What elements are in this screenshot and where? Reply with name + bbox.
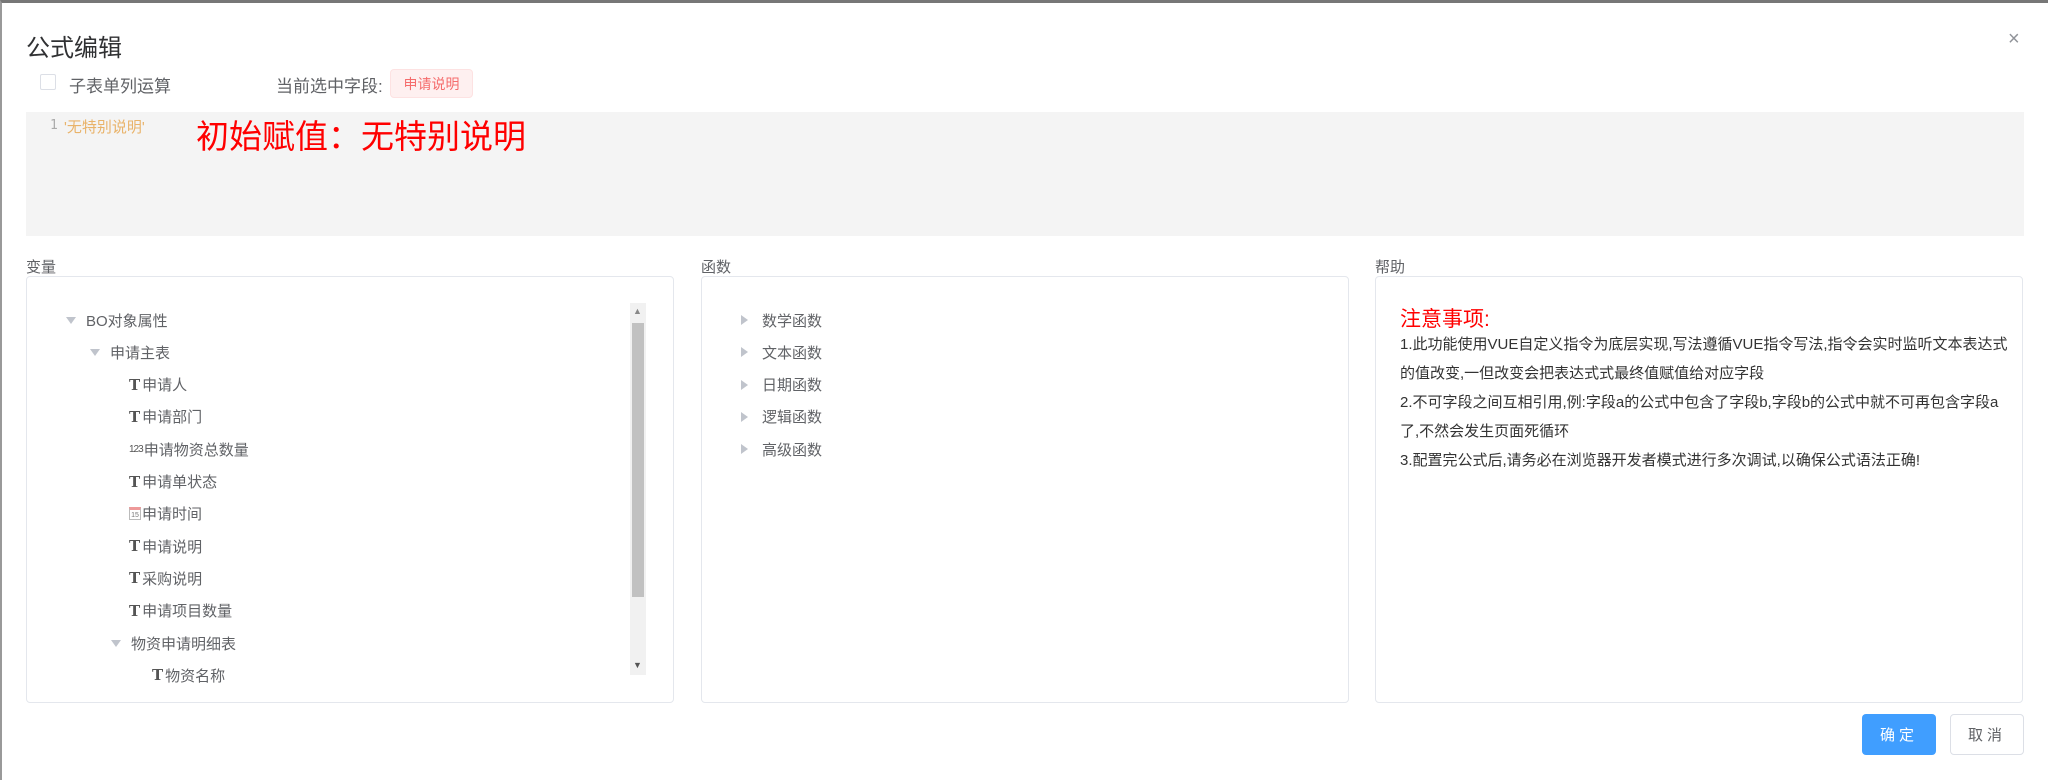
functions-label: 函数 — [701, 259, 732, 276]
cancel-button[interactable]: 取消 — [1950, 714, 2024, 755]
help-line: 1.此功能使用VUE自定义指令为底层实现,写法遵循VUE指令写法,指令会实时监听… — [1400, 336, 2008, 382]
scroll-up-icon[interactable]: ▲ — [633, 306, 642, 316]
text-field-icon: T — [129, 375, 141, 394]
tree-node[interactable]: 物资申请明细表 — [111, 631, 236, 655]
tree-node[interactable]: 15 申请时间 — [129, 502, 202, 526]
confirm-button[interactable]: 确定 — [1862, 714, 1936, 755]
tree-node-label: 申请物资总数量 — [143, 441, 249, 459]
expand-caret-icon — [741, 411, 748, 422]
tree-node[interactable]: T 申请项目数量 — [129, 599, 232, 623]
number-field-icon: 123 — [129, 443, 144, 455]
expand-caret-icon — [741, 347, 748, 358]
function-category[interactable]: 逻辑函数 — [741, 405, 822, 429]
variables-label: 变量 — [26, 259, 57, 276]
help-body: 1.此功能使用VUE自定义指令为底层实现,写法遵循VUE指令写法,指令会实时监听… — [1400, 330, 2010, 475]
tree-node[interactable]: T 物资名称 — [152, 663, 225, 687]
tree-node[interactable]: BO对象属性 — [66, 308, 168, 332]
tree-node[interactable]: 申请主表 — [90, 340, 170, 364]
help-line: 2.不可字段之间互相引用,例:字段a的公式中包含了字段b,字段b的公式中就不可再… — [1400, 394, 1999, 440]
close-icon[interactable]: × — [2008, 28, 2020, 51]
subtable-checkbox[interactable] — [40, 74, 56, 90]
function-category[interactable]: 文本函数 — [741, 340, 822, 364]
help-label: 帮助 — [1375, 259, 1406, 276]
current-field-tag: 申请说明 — [390, 69, 473, 98]
function-category-label: 数学函数 — [762, 312, 823, 330]
text-field-icon: T — [129, 601, 141, 620]
function-category-label: 日期函数 — [762, 377, 823, 395]
annotation-text: 初始赋值：无特别说明 — [196, 118, 526, 155]
tree-node-label: BO对象属性 — [86, 312, 168, 330]
dialog-title: 公式编辑 — [26, 35, 122, 62]
function-category-label: 高级函数 — [762, 441, 823, 459]
tree-node-label: 申请项目数量 — [142, 603, 233, 621]
expand-caret-icon — [111, 639, 121, 647]
tree-node-label: 申请单状态 — [142, 474, 218, 491]
expand-caret-icon — [741, 444, 748, 455]
tree-node-label: 申请主表 — [110, 344, 171, 362]
text-field-icon: T — [129, 407, 141, 426]
calendar-icon: 15 — [129, 507, 141, 521]
tree-node[interactable]: T 采购说明 — [129, 566, 202, 590]
tree-node[interactable]: T 申请说明 — [129, 534, 202, 558]
expand-caret-icon — [741, 315, 748, 325]
expand-caret-icon — [90, 348, 100, 356]
function-category[interactable]: 数学函数 — [741, 308, 822, 332]
tree-node[interactable]: T 申请人 — [129, 373, 187, 397]
formula-code[interactable]: '无特别说明' — [64, 116, 145, 137]
function-category[interactable]: 高级函数 — [741, 437, 822, 461]
variables-panel: BO对象属性 申请主表 T 申请人 T 申请部门 123 申请物资总数量 T 申请单状态 15 申请时… — [26, 276, 674, 703]
tree-node-label: 物资申请明细表 — [131, 635, 237, 653]
subtable-checkbox-label[interactable]: 子表单列运算 — [69, 72, 171, 97]
tree-node[interactable]: T 申请单状态 — [129, 470, 217, 494]
expand-caret-icon — [741, 379, 748, 390]
text-field-icon: T — [129, 569, 141, 588]
tree-node[interactable]: T 申请部门 — [129, 405, 202, 429]
tree-node-label: 申请时间 — [142, 506, 203, 524]
help-title: 注意事项: — [1400, 308, 1490, 331]
line-number: 1 — [50, 118, 58, 133]
tree-node-label: 申请说明 — [142, 538, 203, 556]
tree-node[interactable]: 123 申请物资总数量 — [129, 437, 249, 461]
expand-caret-icon — [66, 316, 76, 324]
scrollbar-thumb[interactable] — [632, 323, 644, 597]
text-field-icon: T — [129, 537, 141, 556]
function-category-label: 逻辑函数 — [762, 409, 823, 427]
function-category[interactable]: 日期函数 — [741, 373, 822, 397]
scroll-down-icon[interactable]: ▼ — [633, 660, 642, 670]
tree-node-label: 采购说明 — [142, 570, 203, 588]
function-category-label: 文本函数 — [762, 344, 823, 362]
functions-panel: 数学函数文本函数日期函数逻辑函数高级函数 — [701, 276, 1349, 703]
tree-node-label: 物资名称 — [165, 667, 226, 685]
tree-node-label: 申请部门 — [142, 409, 203, 427]
current-field-label: 当前选中字段: — [276, 77, 383, 96]
help-line: 3.配置完公式后,请务必在浏览器开发者模式进行多次调试,以确保公式语法正确! — [1400, 452, 1921, 469]
text-field-icon: T — [152, 666, 164, 685]
tree-node-label: 申请人 — [142, 377, 188, 395]
text-field-icon: T — [129, 472, 141, 491]
